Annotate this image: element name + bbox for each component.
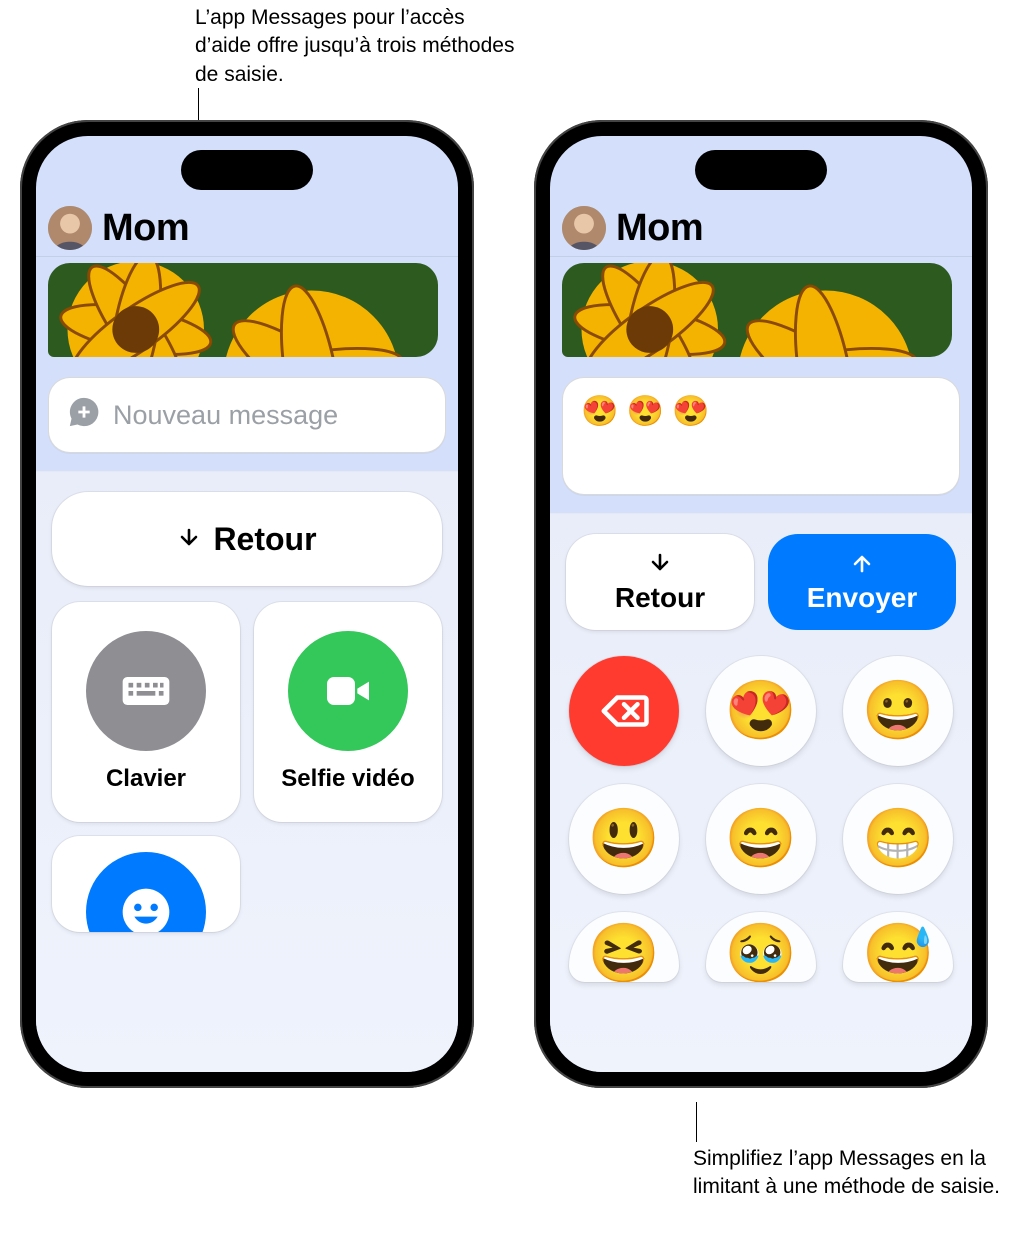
contact-avatar (48, 206, 92, 250)
video-icon (288, 631, 408, 751)
callout-leader-line (696, 1102, 697, 1142)
emoji-key[interactable]: 😅 (843, 912, 953, 982)
emoji-key[interactable]: 😄 (706, 784, 816, 894)
video-selfie-tile-label: Selfie vidéo (281, 765, 414, 793)
emoji-key[interactable]: 🥹 (706, 912, 816, 982)
action-row: Retour Envoyer (566, 534, 956, 630)
keyboard-icon (86, 631, 206, 751)
back-button[interactable]: Retour (52, 492, 442, 586)
input-panel: Retour Clavier Selfie vidéo (36, 471, 458, 1072)
emoji-key[interactable]: 😍 (706, 656, 816, 766)
input-method-grid: Clavier Selfie vidéo (52, 602, 442, 822)
arrow-down-icon (648, 550, 672, 582)
phones-container: Mom (20, 120, 988, 1088)
compose-content: 😍 😍 😍 (581, 394, 710, 429)
screen-right: Mom (550, 136, 972, 1072)
back-button-label: Retour (615, 582, 705, 614)
emoji-icon (86, 852, 206, 932)
arrow-down-icon (177, 521, 201, 558)
message-thread (550, 257, 972, 367)
contact-name: Mom (102, 207, 189, 250)
iphone-frame-left: Mom (20, 120, 474, 1088)
send-button-label: Envoyer (807, 582, 918, 614)
callout-leader-line (198, 88, 199, 123)
back-button-label: Retour (213, 521, 316, 558)
dynamic-island (181, 150, 313, 190)
screen-left: Mom (36, 136, 458, 1072)
video-selfie-tile[interactable]: Selfie vidéo (254, 602, 442, 822)
emoji-keyboard: 😍 😀 😃 😄 😁 😆 🥹 😅 (566, 656, 956, 982)
contact-avatar (562, 206, 606, 250)
keyboard-tile-label: Clavier (106, 765, 186, 793)
back-button[interactable]: Retour (566, 534, 754, 630)
callout-bottom: Simplifiez l’app Messages en la limitant… (693, 1145, 1013, 1202)
arrow-up-icon (850, 550, 874, 582)
message-thread (36, 257, 458, 367)
compose-field[interactable]: Nouveau message (48, 377, 446, 453)
new-message-icon (67, 395, 101, 436)
received-photo-message[interactable] (48, 263, 438, 357)
compose-placeholder: Nouveau message (113, 400, 338, 431)
send-button[interactable]: Envoyer (768, 534, 956, 630)
received-photo-message[interactable] (562, 263, 952, 357)
iphone-frame-right: Mom (534, 120, 988, 1088)
delete-key[interactable] (569, 656, 679, 766)
keyboard-tile[interactable]: Clavier (52, 602, 240, 822)
input-panel: Retour Envoyer (550, 513, 972, 1072)
callout-top: L’app Messages pour l’accès d’aide offre… (195, 4, 515, 89)
dynamic-island (695, 150, 827, 190)
emoji-key[interactable]: 😁 (843, 784, 953, 894)
emoji-tile-partial[interactable] (52, 836, 240, 932)
emoji-key[interactable]: 😆 (569, 912, 679, 982)
emoji-key[interactable]: 😃 (569, 784, 679, 894)
emoji-key[interactable]: 😀 (843, 656, 953, 766)
compose-field[interactable]: 😍 😍 😍 (562, 377, 960, 495)
contact-name: Mom (616, 207, 703, 250)
